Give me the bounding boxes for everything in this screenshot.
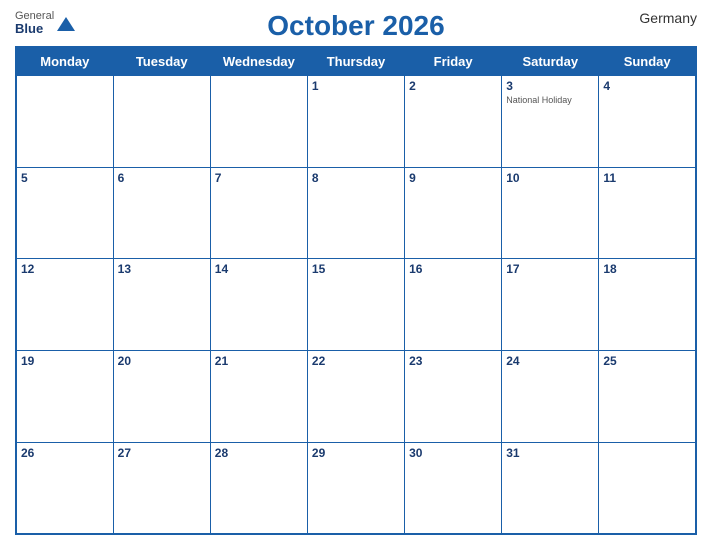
date-number: 3 [506, 79, 594, 93]
date-number: 12 [21, 262, 109, 276]
calendar-title: October 2026 [267, 10, 444, 42]
calendar-cell: 20 [113, 351, 210, 443]
date-number: 6 [118, 171, 206, 185]
calendar-cell: 16 [405, 259, 502, 351]
date-number: 5 [21, 171, 109, 185]
date-number: 10 [506, 171, 594, 185]
date-number: 28 [215, 446, 303, 460]
weekday-header-wednesday: Wednesday [210, 47, 307, 76]
header-row: General Blue October 2026 Germany [15, 10, 697, 42]
calendar-cell: 26 [16, 442, 113, 534]
calendar-cell: 21 [210, 351, 307, 443]
calendar-cell: 27 [113, 442, 210, 534]
calendar-cell: 15 [307, 259, 404, 351]
date-number: 30 [409, 446, 497, 460]
date-number: 17 [506, 262, 594, 276]
logo-area: General Blue [15, 10, 75, 36]
weekday-header-monday: Monday [16, 47, 113, 76]
date-number: 23 [409, 354, 497, 368]
weekday-header-row: MondayTuesdayWednesdayThursdayFridaySatu… [16, 47, 696, 76]
date-number: 9 [409, 171, 497, 185]
calendar-cell: 1 [307, 76, 404, 168]
date-number: 14 [215, 262, 303, 276]
calendar-cell: 11 [599, 167, 696, 259]
calendar-cell: 12 [16, 259, 113, 351]
weekday-header-saturday: Saturday [502, 47, 599, 76]
weekday-header-friday: Friday [405, 47, 502, 76]
date-number: 16 [409, 262, 497, 276]
calendar-cell: 17 [502, 259, 599, 351]
date-number: 22 [312, 354, 400, 368]
holiday-label: National Holiday [506, 95, 594, 106]
date-number: 25 [603, 354, 691, 368]
calendar-cell [16, 76, 113, 168]
calendar-cell: 2 [405, 76, 502, 168]
date-number: 29 [312, 446, 400, 460]
calendar-week-1: 123 National Holiday 4 [16, 76, 696, 168]
calendar-week-4: 19 20 21 22 23 24 25 [16, 351, 696, 443]
date-number: 4 [603, 79, 691, 93]
calendar-cell: 24 [502, 351, 599, 443]
weekday-header-sunday: Sunday [599, 47, 696, 76]
country-label: Germany [639, 10, 697, 26]
weekday-header-tuesday: Tuesday [113, 47, 210, 76]
calendar-cell: 3 National Holiday [502, 76, 599, 168]
calendar-wrapper: General Blue October 2026 Germany Monday… [0, 0, 712, 550]
calendar-cell: 8 [307, 167, 404, 259]
calendar-cell: 30 [405, 442, 502, 534]
logo-icon [57, 17, 75, 31]
date-number: 20 [118, 354, 206, 368]
weekday-header-thursday: Thursday [307, 47, 404, 76]
date-number: 13 [118, 262, 206, 276]
calendar-cell: 23 [405, 351, 502, 443]
calendar-cell [599, 442, 696, 534]
calendar-cell: 13 [113, 259, 210, 351]
calendar-cell: 7 [210, 167, 307, 259]
date-number: 8 [312, 171, 400, 185]
date-number: 11 [603, 171, 691, 185]
date-number: 26 [21, 446, 109, 460]
calendar-cell [210, 76, 307, 168]
date-number: 27 [118, 446, 206, 460]
calendar-cell: 31 [502, 442, 599, 534]
date-number: 31 [506, 446, 594, 460]
calendar-cell: 29 [307, 442, 404, 534]
date-number: 24 [506, 354, 594, 368]
calendar-cell: 22 [307, 351, 404, 443]
calendar-cell: 18 [599, 259, 696, 351]
date-number: 18 [603, 262, 691, 276]
calendar-week-2: 56789 10 11 [16, 167, 696, 259]
calendar-cell: 10 [502, 167, 599, 259]
calendar-cell [113, 76, 210, 168]
calendar-cell: 5 [16, 167, 113, 259]
calendar-cell: 14 [210, 259, 307, 351]
date-number: 15 [312, 262, 400, 276]
date-number: 19 [21, 354, 109, 368]
calendar-cell: 25 [599, 351, 696, 443]
calendar-week-3: 12 13 14 15 16 17 18 [16, 259, 696, 351]
calendar-cell: 19 [16, 351, 113, 443]
calendar-cell: 28 [210, 442, 307, 534]
calendar-table: MondayTuesdayWednesdayThursdayFridaySatu… [15, 46, 697, 535]
calendar-week-5: 26 27 28 29 30 31 [16, 442, 696, 534]
calendar-cell: 9 [405, 167, 502, 259]
calendar-cell: 6 [113, 167, 210, 259]
logo-blue: Blue [15, 22, 54, 36]
date-number: 7 [215, 171, 303, 185]
date-number: 1 [312, 79, 400, 93]
date-number: 21 [215, 354, 303, 368]
calendar-cell: 4 [599, 76, 696, 168]
date-number: 2 [409, 79, 497, 93]
